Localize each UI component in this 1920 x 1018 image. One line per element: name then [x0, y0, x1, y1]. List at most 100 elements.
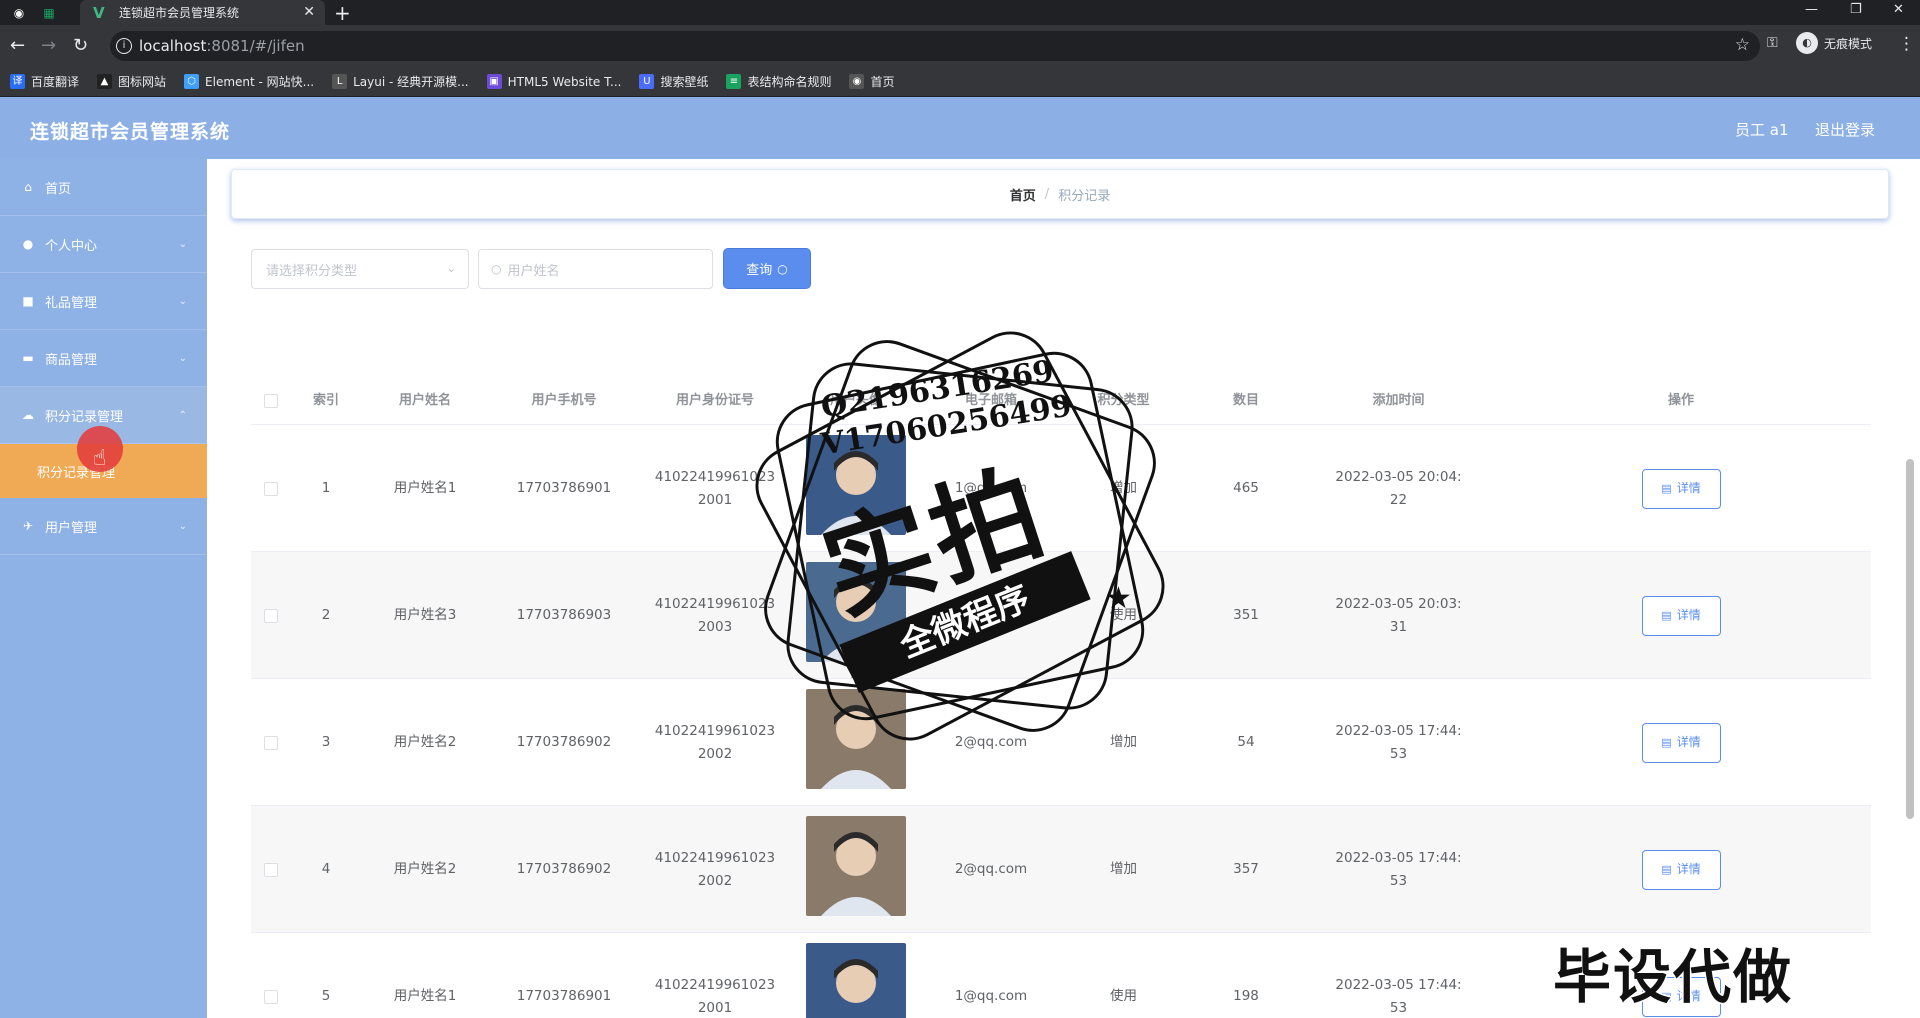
- detail-button[interactable]: ▤ 详情: [1641, 595, 1721, 636]
- window-close-icon[interactable]: ✕: [1893, 2, 1904, 17]
- points-icon: ☁: [22, 408, 34, 422]
- table-cell: ▤ 详情: [1491, 806, 1871, 933]
- restore-icon[interactable]: ❐: [1850, 2, 1862, 17]
- site-info-icon[interactable]: i: [116, 38, 132, 54]
- user-icon: ●: [22, 237, 34, 251]
- browser-menu-icon[interactable]: ⋮: [1898, 34, 1915, 54]
- bookmark-item[interactable]: ◉ 首页: [849, 73, 895, 90]
- cell-index: 2: [321, 607, 331, 623]
- cell-time-part1: 2022-03-05 17:44:: [1335, 849, 1462, 866]
- cell-time-part1: 2022-03-05 17:44:: [1335, 976, 1462, 993]
- bookmarks-bar: 译百度翻译 ▲ 图标网站 ⬡ Element - 网站快... L Layui - 经典开源…: [0, 67, 1920, 97]
- table-cell: 2022-03-05 20:04: 22: [1306, 425, 1491, 552]
- home-icon: ⌂: [24, 180, 32, 194]
- sidebar-item-gifts[interactable]: ■ 礼品管理 ⌄: [0, 273, 207, 330]
- row-checkbox[interactable]: [264, 862, 278, 877]
- bookmark-item[interactable]: ⬡ Element - 网站快...: [184, 73, 314, 90]
- star-icon: ★: [1105, 581, 1132, 616]
- detail-button-label: 详情: [1676, 481, 1701, 495]
- bookmark-favicon-icon: L: [332, 74, 348, 89]
- cell-points-type: 使用: [1110, 988, 1137, 1004]
- pinned-tab-chrome-icon[interactable]: ◉: [8, 3, 30, 22]
- detail-button[interactable]: ▤ 详情: [1641, 722, 1721, 763]
- reload-icon[interactable]: ↻: [73, 35, 88, 56]
- pinned-tab-sheet-icon[interactable]: ▦: [38, 3, 60, 22]
- cell-phone: 17703786901: [516, 988, 612, 1004]
- column-header: 数目: [1232, 393, 1259, 408]
- cell-count: 351: [1233, 607, 1259, 623]
- bookmark-favicon-icon: ≡: [726, 74, 742, 89]
- cell-index: 5: [321, 988, 331, 1004]
- breadcrumb-home[interactable]: 首页: [1010, 185, 1036, 204]
- logout-link[interactable]: 退出登录: [1815, 119, 1875, 140]
- scrollbar[interactable]: [1906, 459, 1914, 819]
- detail-button-label: 详情: [1676, 862, 1701, 876]
- bookmark-label: 图标网站: [118, 75, 167, 89]
- query-button[interactable]: 查询 ○: [723, 248, 811, 289]
- bookmark-label: 搜索壁纸: [660, 75, 709, 89]
- cell-id-part1: 41022419961023: [654, 976, 776, 993]
- points-type-placeholder: 请选择积分类型: [266, 263, 358, 279]
- detail-button[interactable]: ▤ 详情: [1641, 468, 1721, 509]
- search-icon: ○: [491, 262, 502, 276]
- document-icon: ▤: [1661, 736, 1672, 749]
- back-icon[interactable]: ←: [10, 35, 25, 56]
- detail-button[interactable]: ▤ 详情: [1641, 849, 1721, 890]
- points-type-select[interactable]: 请选择积分类型 ⌄: [251, 249, 469, 289]
- bookmark-favicon-icon: 译: [10, 74, 25, 89]
- chevron-down-icon: ⌄: [178, 238, 187, 250]
- row-checkbox[interactable]: [264, 989, 278, 1004]
- table-cell: 41022419961023 2001: [639, 933, 791, 1018]
- table-cell: 2022-03-05 20:03: 31: [1306, 552, 1491, 679]
- incognito-indicator[interactable]: ◐ 无痕模式: [1796, 32, 1872, 54]
- document-icon: ▤: [1661, 482, 1672, 495]
- forward-icon[interactable]: →: [41, 35, 56, 56]
- select-all-checkbox[interactable]: [251, 377, 291, 425]
- app-header: 连锁超市会员管理系统 员工 a1 退出登录: [0, 97, 1920, 159]
- bookmark-item[interactable]: L Layui - 经典开源模...: [332, 73, 469, 90]
- table-cell: [251, 933, 291, 1018]
- document-icon: ▤: [1661, 863, 1672, 876]
- bookmark-item[interactable]: U 搜索壁纸: [639, 73, 708, 90]
- cell-phone: 17703786903: [516, 607, 612, 623]
- minimize-icon[interactable]: —: [1805, 2, 1818, 17]
- cell-count: 465: [1233, 480, 1259, 496]
- cell-user-name: 用户姓名2: [393, 734, 457, 750]
- cell-time-part2: 22: [1389, 491, 1408, 508]
- cell-index: 4: [321, 861, 331, 877]
- row-checkbox[interactable]: [264, 735, 278, 750]
- cell-time-part1: 2022-03-05 20:03:: [1335, 595, 1462, 612]
- bookmark-item[interactable]: ▣ HTML5 Website T...: [486, 74, 621, 89]
- tab-close-icon[interactable]: ✕: [303, 4, 315, 20]
- new-tab-icon[interactable]: +: [334, 1, 351, 25]
- bookmark-favicon-icon: ⬡: [184, 74, 200, 89]
- bookmark-item[interactable]: 译百度翻译: [10, 73, 79, 90]
- url-text[interactable]: localhost:8081/#/jifen: [139, 37, 305, 55]
- table-cell: ▤ 详情: [1491, 552, 1871, 679]
- bookmark-item[interactable]: ▲ 图标网站: [97, 73, 166, 90]
- url-omnibox[interactable]: i localhost:8081/#/jifen ☆: [110, 31, 1760, 61]
- cell-index: 3: [321, 734, 331, 750]
- sidebar-item-home[interactable]: ⌂ 首页: [0, 159, 207, 216]
- bookmark-favicon-icon: ◉: [849, 74, 865, 89]
- user-name-search-input[interactable]: ○ 用户姓名: [478, 249, 713, 289]
- table-cell: 2022-03-05 17:44: 53: [1306, 679, 1491, 806]
- bookmark-label: 百度翻译: [31, 75, 80, 89]
- column-header: 操作: [1667, 393, 1694, 408]
- cell-count: 54: [1237, 734, 1255, 750]
- chevron-up-icon: ⌃: [178, 409, 187, 421]
- browser-tab-active[interactable]: V 连锁超市会员管理系统 ✕: [80, 0, 325, 25]
- table-cell: 2022-03-05 17:44: 53: [1306, 806, 1491, 933]
- sidebar-item-users[interactable]: ✈ 用户管理 ⌄: [0, 498, 207, 555]
- row-checkbox[interactable]: [264, 608, 278, 623]
- bookmark-item[interactable]: ≡ 表结构命名规则: [726, 73, 831, 90]
- table-cell: [251, 425, 291, 552]
- row-checkbox[interactable]: [264, 481, 278, 496]
- bookmark-label: 表结构命名规则: [747, 75, 832, 89]
- sidebar-item-goods[interactable]: ▬ 商品管理 ⌄: [0, 330, 207, 387]
- bookmark-star-icon[interactable]: ☆: [1735, 35, 1750, 55]
- breadcrumb-current: 积分记录: [1058, 188, 1111, 204]
- cell-email: 2@qq.com: [954, 861, 1028, 877]
- sidebar-item-profile[interactable]: ● 个人中心 ⌄: [0, 216, 207, 273]
- key-icon[interactable]: ⚿: [1767, 35, 1778, 51]
